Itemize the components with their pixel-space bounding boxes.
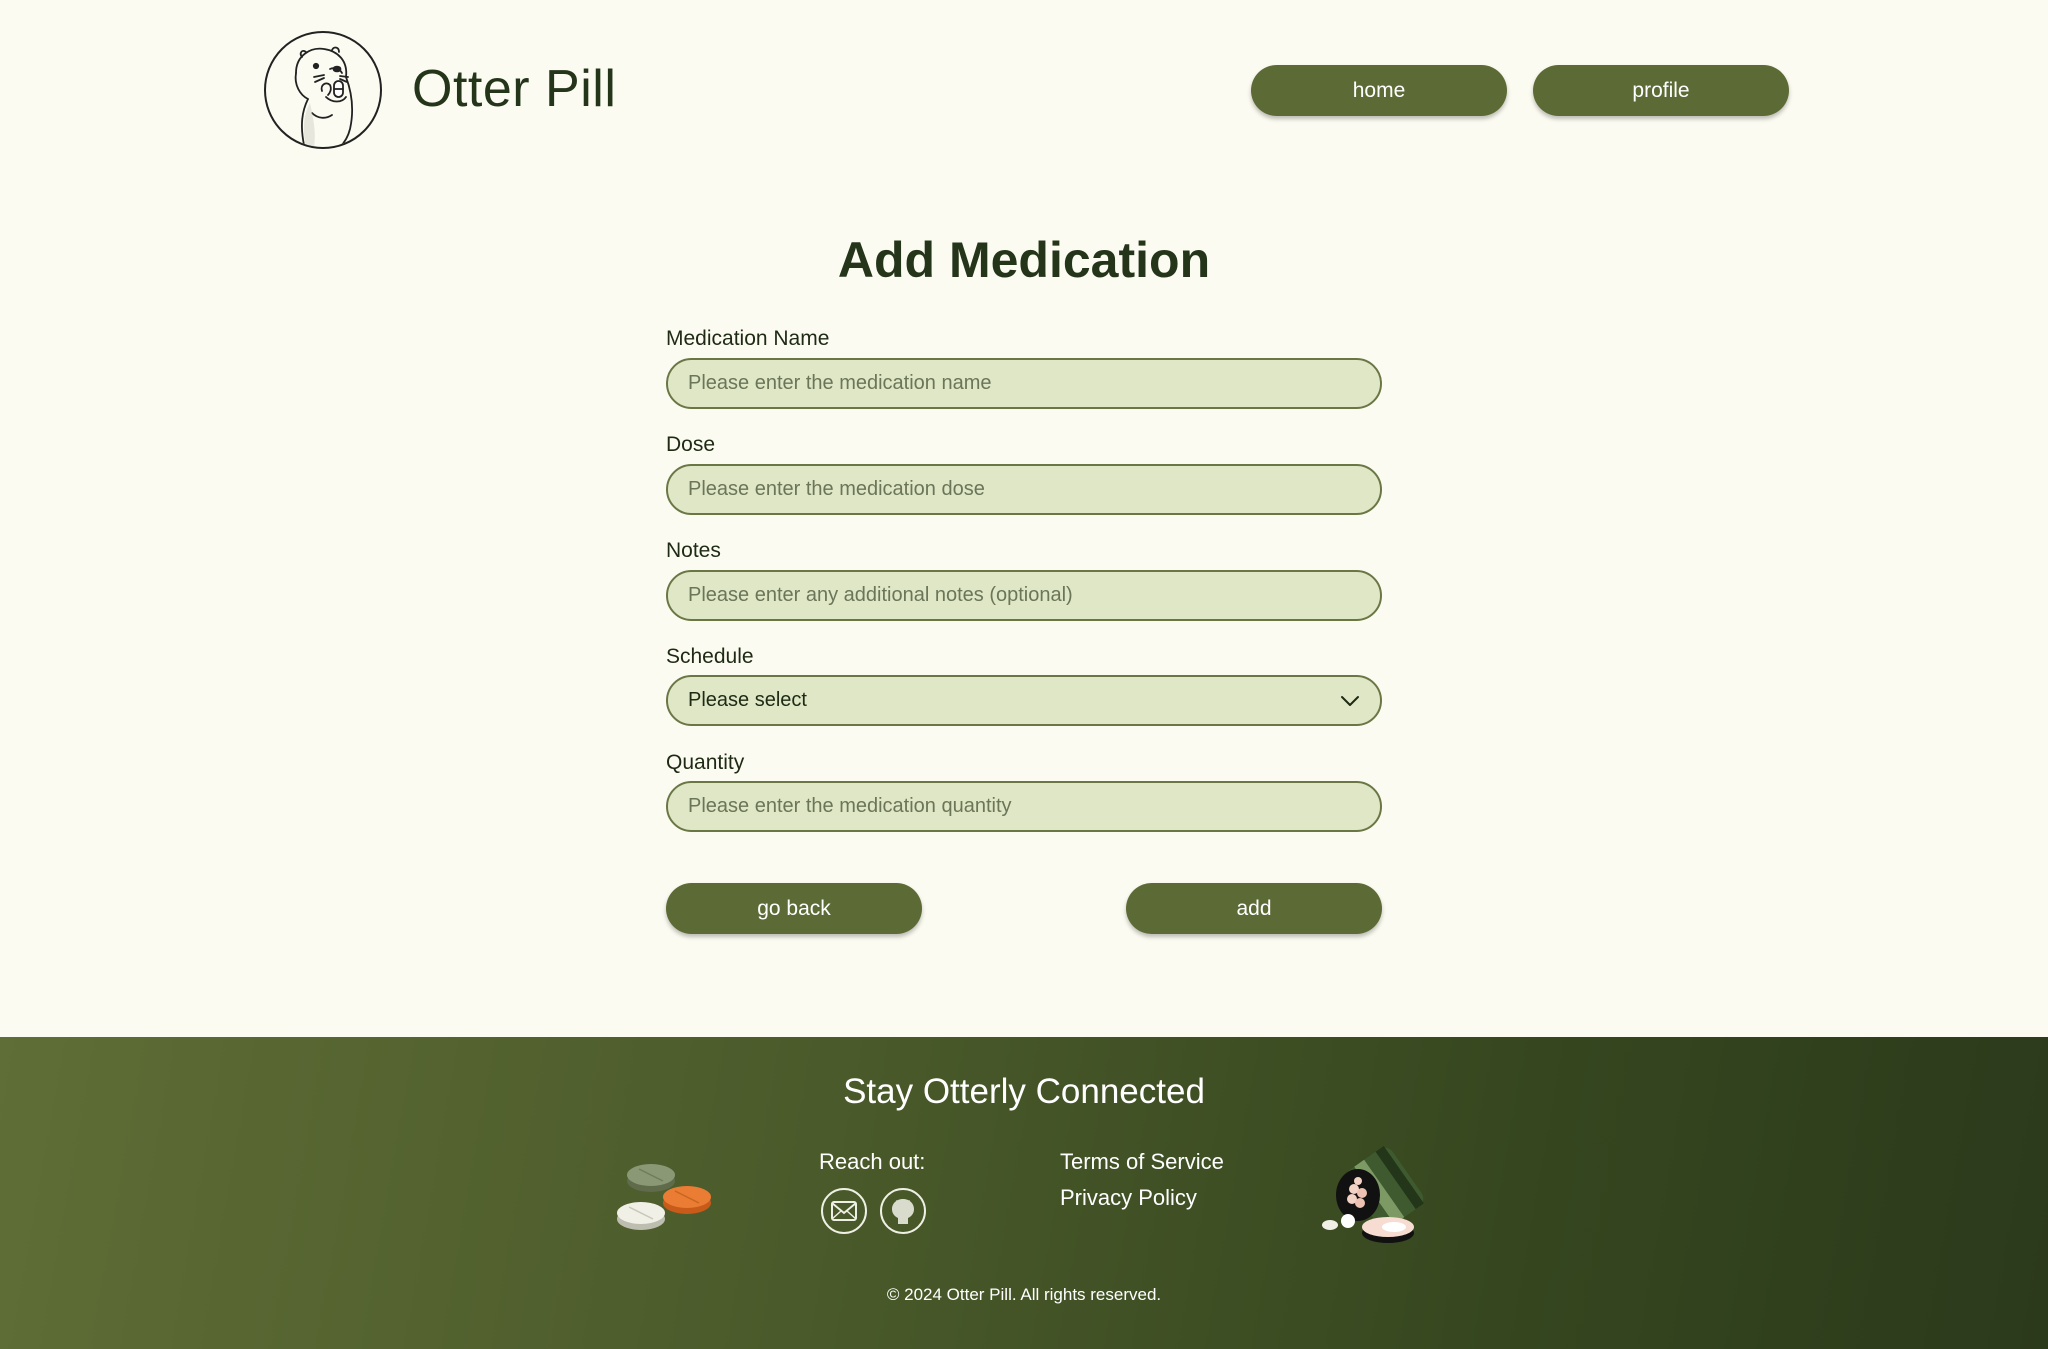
otter-logo[interactable]	[264, 31, 382, 149]
dose-label: Dose	[666, 433, 716, 456]
github-icon[interactable]	[880, 1188, 926, 1234]
pills-illustration	[617, 1164, 711, 1230]
schedule-selected-value: Please select	[688, 689, 807, 711]
medication-name-input[interactable]	[666, 358, 1382, 409]
add-button[interactable]: add	[1126, 883, 1382, 934]
go-back-button[interactable]: go back	[666, 883, 922, 934]
pill-bottle-illustration	[1322, 1146, 1424, 1243]
quantity-label: Quantity	[666, 751, 745, 774]
reach-out-label: Reach out:	[819, 1149, 926, 1174]
dose-input[interactable]	[666, 464, 1382, 515]
chevron-down-icon	[1341, 695, 1359, 706]
privacy-policy-link[interactable]: Privacy Policy	[1060, 1185, 1197, 1211]
site-header: Otter Pill home profile	[0, 0, 2048, 180]
schedule-select[interactable]: Please select	[666, 675, 1382, 726]
notes-input[interactable]	[666, 570, 1382, 621]
schedule-label: Schedule	[666, 645, 754, 668]
copyright-text: © 2024 Otter Pill. All rights reserved.	[886, 1285, 1162, 1304]
medication-name-label: Medication Name	[666, 327, 830, 350]
brand-name[interactable]: Otter Pill	[412, 58, 616, 120]
otter-icon	[294, 46, 353, 147]
nav-home-button[interactable]: home	[1251, 65, 1507, 116]
quantity-input[interactable]	[666, 781, 1382, 832]
site-footer: Stay Otterly Connected Reach out: Terms …	[0, 1037, 2048, 1349]
page-title: Add Medication	[837, 232, 1211, 288]
notes-label: Notes	[666, 539, 721, 562]
footer-heading: Stay Otterly Connected	[843, 1072, 1205, 1111]
mail-icon[interactable]	[821, 1188, 867, 1234]
nav-profile-button[interactable]: profile	[1533, 65, 1789, 116]
terms-of-service-link[interactable]: Terms of Service	[1060, 1149, 1224, 1175]
